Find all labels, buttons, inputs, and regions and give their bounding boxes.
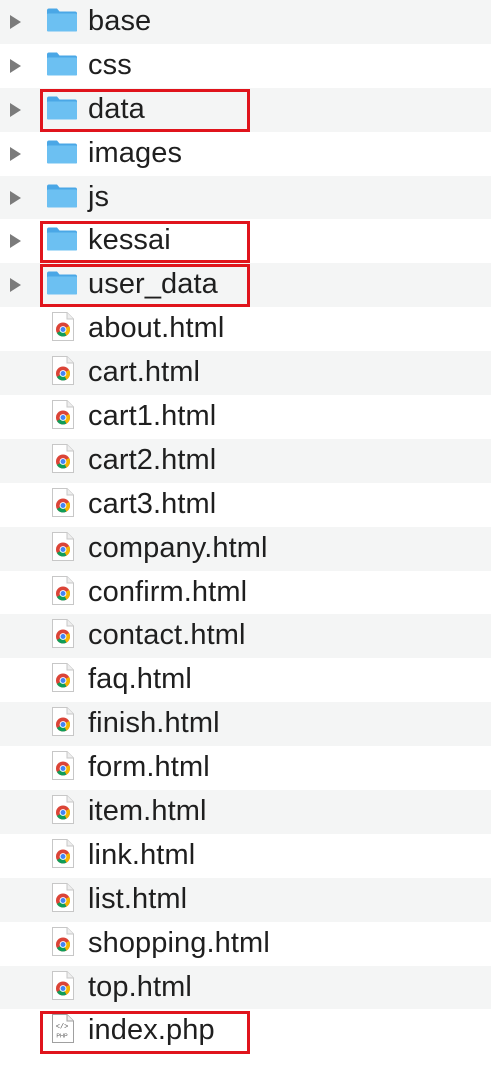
folder-row[interactable]: kessai	[0, 219, 491, 264]
file-row[interactable]: list.html	[0, 877, 491, 922]
file-row[interactable]: cart1.html	[0, 395, 491, 439]
disclosure-triangle-icon[interactable]	[10, 102, 21, 117]
folder-icon	[46, 138, 78, 169]
file-name: css	[88, 48, 132, 81]
file-name: images	[88, 136, 183, 169]
file-name: base	[88, 4, 152, 37]
folder-icon	[46, 94, 78, 125]
file-name: shopping.html	[88, 926, 270, 959]
file-name: js	[88, 180, 110, 213]
file-row[interactable]: faq.html	[0, 658, 491, 703]
file-row[interactable]: item.html	[0, 790, 491, 834]
folder-row[interactable]: base	[0, 0, 491, 44]
file-name: user_data	[88, 268, 218, 301]
disclosure-triangle-icon[interactable]	[10, 146, 21, 161]
folder-icon	[46, 270, 78, 301]
disclosure-triangle-icon[interactable]	[10, 190, 21, 205]
file-name: confirm.html	[88, 575, 248, 608]
chrome-html-file-icon	[51, 663, 75, 698]
file-name: cart2.html	[88, 443, 217, 476]
file-name: faq.html	[88, 663, 192, 696]
folder-row[interactable]: user_data	[0, 263, 491, 308]
file-name: link.html	[88, 838, 196, 871]
chrome-html-file-icon	[51, 356, 75, 391]
file-name: top.html	[88, 970, 192, 1003]
folder-row[interactable]: js	[0, 175, 491, 220]
file-row[interactable]: cart.html	[0, 351, 491, 396]
file-row[interactable]: company.html	[0, 526, 491, 571]
file-row[interactable]: confirm.html	[0, 570, 491, 615]
php-icon-label: PHP	[56, 1034, 68, 1040]
file-row[interactable]: contact.html	[0, 614, 491, 659]
file-row[interactable]: cart2.html	[0, 438, 491, 483]
disclosure-triangle-icon[interactable]	[10, 234, 21, 249]
folder-icon	[46, 226, 78, 257]
file-name: finish.html	[88, 707, 220, 740]
disclosure-triangle-icon[interactable]	[10, 278, 21, 293]
chrome-html-file-icon	[51, 312, 75, 347]
chrome-html-file-icon	[51, 751, 75, 786]
chrome-html-file-icon	[51, 443, 75, 478]
chrome-html-file-icon	[51, 926, 75, 961]
chrome-html-file-icon	[51, 882, 75, 917]
chrome-html-file-icon	[51, 970, 75, 1005]
file-name: contact.html	[88, 619, 246, 652]
file-name: item.html	[88, 794, 207, 827]
chrome-html-file-icon	[51, 575, 75, 610]
file-name: cart3.html	[88, 487, 217, 520]
folder-row[interactable]: css	[0, 43, 491, 88]
folder-row[interactable]: data	[0, 87, 491, 132]
disclosure-triangle-icon[interactable]	[10, 58, 21, 73]
chrome-html-file-icon	[51, 794, 75, 829]
chrome-html-file-icon	[51, 399, 75, 434]
disclosure-triangle-icon[interactable]	[10, 14, 21, 29]
folder-icon	[46, 50, 78, 81]
file-name: form.html	[88, 750, 210, 783]
folder-icon	[46, 6, 78, 37]
chrome-html-file-icon	[51, 531, 75, 566]
file-list: base css data images js kessai user_data…	[0, 0, 491, 1054]
file-row[interactable]: shopping.html	[0, 921, 491, 966]
chrome-html-file-icon	[51, 487, 75, 522]
file-row[interactable]: finish.html	[0, 702, 491, 747]
file-name: company.html	[88, 531, 268, 564]
file-name: cart.html	[88, 355, 201, 388]
chrome-html-file-icon	[51, 619, 75, 654]
svg-text:</>: </>	[56, 1024, 69, 1032]
file-name: data	[88, 92, 145, 125]
chrome-html-file-icon	[51, 838, 75, 873]
file-row[interactable]: </> PHP index.php	[0, 1009, 491, 1054]
folder-row[interactable]: images	[0, 131, 491, 176]
php-file-icon: </> PHP	[51, 1014, 75, 1049]
chrome-html-file-icon	[51, 707, 75, 742]
file-name: index.php	[88, 1014, 215, 1047]
file-row[interactable]: link.html	[0, 833, 491, 878]
file-name: kessai	[88, 224, 171, 257]
file-row[interactable]: top.html	[0, 965, 491, 1010]
file-name: about.html	[88, 312, 225, 345]
folder-icon	[46, 182, 78, 213]
file-name: cart1.html	[88, 399, 217, 432]
file-row[interactable]: cart3.html	[0, 482, 491, 527]
file-row[interactable]: form.html	[0, 746, 491, 791]
file-name: list.html	[88, 882, 188, 915]
file-row[interactable]: about.html	[0, 307, 491, 352]
